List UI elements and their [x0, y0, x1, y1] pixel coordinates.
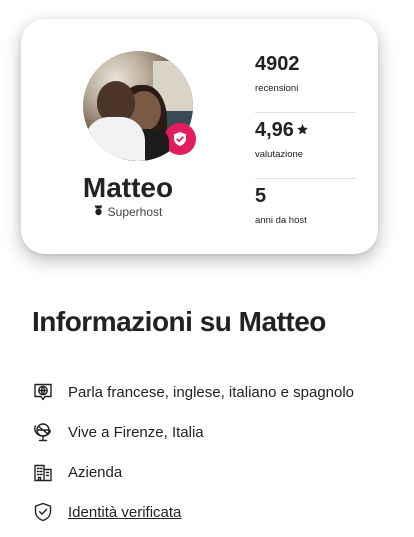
host-avatar-wrap: [83, 51, 196, 161]
stat-rating-value: 4,96: [255, 119, 309, 142]
stat-reviews-label: recensioni: [255, 83, 299, 94]
star-icon: [296, 119, 309, 142]
stat-reviews: 4902 recensioni: [255, 47, 355, 113]
section-title: Informazioni su Matteo: [32, 306, 326, 337]
stat-years-value: 5: [255, 185, 267, 207]
superhost-label: Superhost: [107, 205, 163, 219]
identity-verified-link[interactable]: Identità verificata: [68, 504, 181, 521]
language-icon: [32, 381, 54, 403]
host-card[interactable]: Matteo Superhost 4902 recensioni 4,96 va…: [21, 19, 378, 254]
info-location: Vive a Firenze, Italia: [32, 412, 402, 452]
stat-years-label: anni da host: [255, 215, 307, 226]
host-name: Matteo: [82, 172, 174, 203]
superhost-medal-icon: [94, 205, 103, 219]
info-location-text: Vive a Firenze, Italia: [68, 423, 204, 441]
superhost-badge: Superhost: [21, 205, 235, 219]
globe-location-icon: [32, 421, 54, 443]
host-info-list: Parla francese, inglese, italiano e spag…: [32, 372, 402, 532]
stat-rating-label: valutazione: [255, 149, 304, 160]
building-icon: [32, 461, 54, 483]
stat-years: 5 anni da host: [255, 179, 355, 245]
info-work: Azienda: [32, 452, 402, 492]
host-profile: Matteo Superhost: [21, 19, 235, 254]
shield-check-icon: [32, 501, 54, 523]
stat-reviews-value: 4902: [255, 53, 300, 75]
info-identity[interactable]: Identità verificata: [32, 492, 402, 532]
host-stats: 4902 recensioni 4,96 valutazione 5 anni …: [255, 47, 355, 245]
stat-rating: 4,96 valutazione: [255, 113, 355, 179]
info-languages-text: Parla francese, inglese, italiano e spag…: [68, 383, 355, 401]
info-work-text: Azienda: [68, 463, 123, 481]
info-languages: Parla francese, inglese, italiano e spag…: [32, 372, 402, 412]
